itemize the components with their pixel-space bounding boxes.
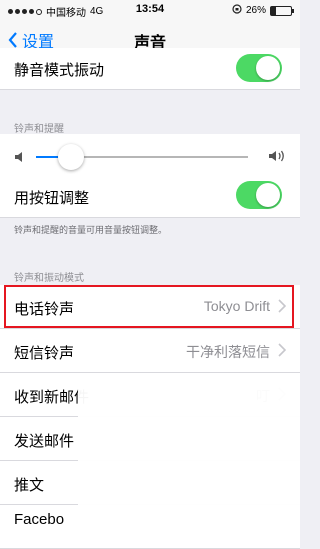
status-bar: 中国移动 4G 13:54 26% [0,0,300,20]
slider-track-empty [70,156,248,158]
slider-thumb[interactable] [58,144,84,170]
use-buttons-toggle[interactable] [236,181,282,209]
row-label: 短信铃声 [14,345,75,362]
row-label: 发送邮件 [14,433,75,450]
ringer-volume-note: 铃声和提醒的音量可用音量按钮调整。 [14,225,168,235]
row-use-buttons: 用按钮调整 [0,174,300,218]
chevron-right-icon [278,343,286,357]
row-text-tone[interactable]: 短信铃声 干净利落短信 [0,329,300,373]
status-right: 26% [232,4,294,17]
section-header-sounds-vibration: 铃声和振动模式 [14,273,84,284]
row-label: 用按钮调整 [14,190,90,207]
row-label: 静音模式振动 [14,62,105,79]
battery-percent: 26% [245,5,266,16]
overexposed-area [78,382,300,518]
text-tone-value: 干净利落短信 [186,344,270,360]
volume-low-icon [15,152,22,162]
row-label: 推文 [14,477,45,494]
ringtone-highlight-box [4,285,294,328]
row-silent-vibrate: 静音模式振动 [0,48,300,90]
rotation-lock-icon [232,4,242,17]
section-header-ringer-alerts: 铃声和提醒 [14,124,64,135]
silent-vibrate-toggle[interactable] [236,54,282,82]
battery-icon [270,5,294,16]
row-label: Facebo [14,511,65,528]
volume-high-icon [269,150,284,162]
